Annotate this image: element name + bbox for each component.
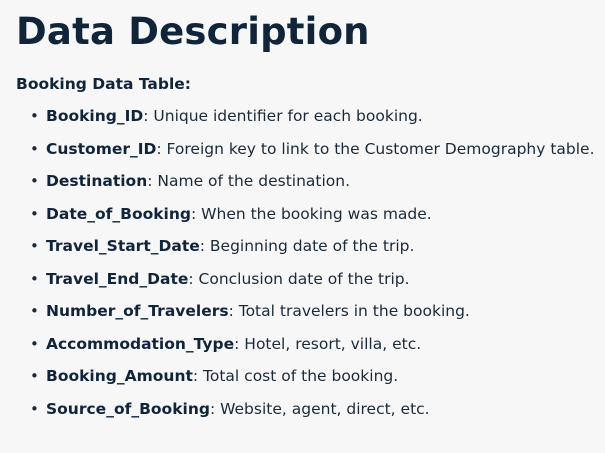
bullet-icon: •	[30, 367, 39, 385]
field-description: : Name of the destination.	[147, 172, 351, 190]
bullet-icon: •	[30, 302, 39, 320]
field-description: : Total travelers in the booking.	[228, 302, 470, 320]
page-title: Data Description	[16, 10, 370, 53]
list-item: • Customer_ID: Foreign key to link to th…	[30, 137, 595, 170]
bullet-icon: •	[30, 269, 39, 288]
list-item: • Travel_End_Date: Conclusion date of th…	[30, 267, 595, 300]
bullet-icon: •	[30, 107, 39, 125]
bullet-icon: •	[30, 204, 39, 223]
field-name: Number_of_Travelers	[46, 302, 229, 320]
list-item: • Booking_ID: Unique identifier for each…	[30, 104, 595, 137]
list-item: • Accommodation_Type: Hotel, resort, vil…	[30, 332, 595, 365]
list-item: • Source_of_Booking: Website, agent, dir…	[30, 397, 595, 430]
field-name: Travel_End_Date	[46, 269, 189, 288]
field-description: : Foreign key to link to the Customer De…	[156, 139, 595, 158]
list-item: • Destination: Name of the destination.	[30, 169, 595, 202]
list-item: • Booking_Amount: Total cost of the book…	[30, 364, 595, 397]
field-description: : Beginning date of the trip.	[199, 237, 415, 255]
list-item: • Number_of_Travelers: Total travelers i…	[30, 299, 595, 332]
field-list: • Booking_ID: Unique identifier for each…	[30, 104, 595, 429]
field-name: Customer_ID	[46, 139, 157, 158]
field-description: : Hotel, resort, villa, etc.	[234, 334, 422, 353]
field-description: : Total cost of the booking.	[192, 367, 399, 385]
slide: Data Description Booking Data Table: • B…	[0, 0, 605, 453]
section-subtitle: Booking Data Table:	[16, 75, 192, 93]
bullet-icon: •	[30, 399, 39, 418]
field-name: Source_of_Booking	[46, 399, 210, 418]
bullet-icon: •	[30, 334, 39, 353]
field-name: Booking_ID	[46, 107, 144, 125]
field-name: Date_of_Booking	[46, 204, 192, 223]
list-item: • Date_of_Booking: When the booking was …	[30, 202, 595, 235]
field-description: : Unique identifier for each booking.	[143, 107, 423, 125]
field-name: Destination	[46, 172, 148, 190]
field-description: : Website, agent, direct, etc.	[209, 399, 430, 418]
field-description: : Conclusion date of the trip.	[188, 269, 410, 288]
field-name: Accommodation_Type	[46, 334, 235, 353]
field-description: : When the booking was made.	[191, 204, 432, 223]
list-item: • Travel_Start_Date: Beginning date of t…	[30, 234, 595, 267]
bullet-icon: •	[30, 237, 39, 255]
field-name: Booking_Amount	[46, 367, 193, 385]
field-name: Travel_Start_Date	[46, 237, 200, 255]
bullet-icon: •	[30, 172, 39, 190]
bullet-icon: •	[30, 139, 39, 158]
